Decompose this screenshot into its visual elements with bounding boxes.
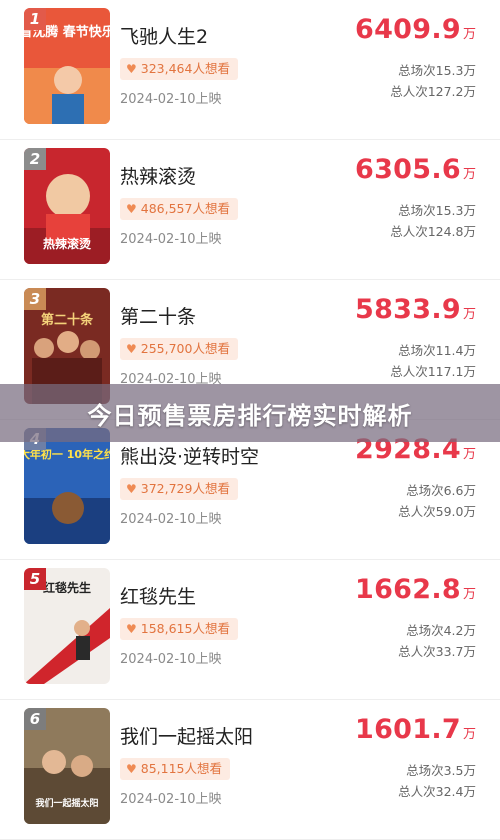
gross-unit: 万 xyxy=(462,727,476,742)
rank-badge: 3 xyxy=(24,288,46,310)
rank-badge: 1 xyxy=(24,8,46,30)
title-banner: 今日预售票房排行榜实时解析 xyxy=(0,384,500,442)
wish-count: 372,729人想看 xyxy=(140,481,230,496)
wish-count-badge: ♥ 486,557人想看 xyxy=(120,198,238,220)
total-viewers: 总人次124.8万 xyxy=(390,224,476,239)
movie-title: 热辣滚烫 xyxy=(120,166,197,188)
wish-count: 486,557人想看 xyxy=(140,201,230,216)
release-date: 2024-02-10上映 xyxy=(120,232,222,247)
heart-icon: ♥ xyxy=(126,482,137,496)
heart-icon: ♥ xyxy=(126,762,137,776)
movie-title: 飞驰人生2 xyxy=(120,26,209,48)
release-date: 2024-02-10上映 xyxy=(120,792,222,807)
wish-count-badge: ♥ 255,700人想看 xyxy=(120,338,238,360)
gross-value: 6305.6 xyxy=(354,154,461,185)
movie-poster[interactable]: 我们一起摇太阳 6 xyxy=(24,708,110,824)
gross-value: 1662.8 xyxy=(354,574,461,605)
wish-count: 323,464人想看 xyxy=(140,61,230,76)
movie-row[interactable]: 红毯先生 5 红毯先生 ♥ 158,615人想看 2024-02-10上映 16… xyxy=(0,560,500,700)
gross-amount: 1662.8 万 xyxy=(355,574,476,605)
total-screenings: 总场次6.6万 xyxy=(406,483,476,498)
wish-count-badge: ♥ 85,115人想看 xyxy=(120,758,231,780)
wish-count: 158,615人想看 xyxy=(140,621,230,636)
gross-amount: 6409.9 万 xyxy=(355,14,476,45)
release-date: 2024-02-10上映 xyxy=(120,92,222,107)
gross-value: 1601.7 xyxy=(354,714,461,745)
gross-unit: 万 xyxy=(462,27,476,42)
movie-row[interactable]: 热辣滚烫 2 热辣滚烫 ♥ 486,557人想看 2024-02-10上映 63… xyxy=(0,140,500,280)
gross-amount: 5833.9 万 xyxy=(355,294,476,325)
wish-count: 85,115人想看 xyxy=(140,761,223,776)
movie-poster[interactable]: 热辣滚烫 2 xyxy=(24,148,110,264)
movie-row[interactable]: 我们一起摇太阳 6 我们一起摇太阳 ♥ 85,115人想看 2024-02-10… xyxy=(0,700,500,840)
total-viewers: 总人次59.0万 xyxy=(398,504,476,519)
total-screenings: 总场次15.3万 xyxy=(398,203,476,218)
total-screenings: 总场次4.2万 xyxy=(406,623,476,638)
rank-badge: 5 xyxy=(24,568,46,590)
total-viewers: 总人次117.1万 xyxy=(390,364,476,379)
gross-unit: 万 xyxy=(462,307,476,322)
total-screenings: 总场次15.3万 xyxy=(398,63,476,78)
gross-amount: 1601.7 万 xyxy=(355,714,476,745)
total-viewers: 总人次127.2万 xyxy=(390,84,476,99)
total-screenings: 总场次11.4万 xyxy=(398,343,476,358)
movie-row[interactable]: 看沈腾 春节快乐 1 飞驰人生2 ♥ 323,464人想看 2024-02-10… xyxy=(0,0,500,140)
gross-unit: 万 xyxy=(462,587,476,602)
gross-unit: 万 xyxy=(462,167,476,182)
release-date: 2024-02-10上映 xyxy=(120,652,222,667)
rank-badge: 6 xyxy=(24,708,46,730)
banner-title: 今日预售票房排行榜实时解析 xyxy=(87,401,413,430)
heart-icon: ♥ xyxy=(126,62,137,76)
poster-text: 热辣滚烫 xyxy=(43,236,92,251)
gross-amount: 6305.6 万 xyxy=(355,154,476,185)
wish-count-badge: ♥ 158,615人想看 xyxy=(120,618,238,640)
movie-title: 第二十条 xyxy=(120,306,197,328)
movie-title: 我们一起摇太阳 xyxy=(120,726,254,748)
poster-text: 第二十条 xyxy=(41,312,94,328)
movie-poster[interactable]: 大年初一 10年之约 4 xyxy=(24,428,110,544)
heart-icon: ♥ xyxy=(126,342,137,356)
movie-title: 熊出没·逆转时空 xyxy=(120,446,260,468)
total-viewers: 总人次33.7万 xyxy=(398,644,476,659)
heart-icon: ♥ xyxy=(126,202,137,216)
wish-count: 255,700人想看 xyxy=(140,341,230,356)
release-date: 2024-02-10上映 xyxy=(120,512,222,527)
gross-value: 5833.9 xyxy=(354,294,461,325)
wish-count-badge: ♥ 323,464人想看 xyxy=(120,58,238,80)
heart-icon: ♥ xyxy=(126,622,137,636)
poster-text: 红毯先生 xyxy=(43,580,91,595)
movie-poster[interactable]: 红毯先生 5 xyxy=(24,568,110,684)
total-screenings: 总场次3.5万 xyxy=(406,763,476,778)
movie-title: 红毯先生 xyxy=(120,586,197,608)
movie-poster[interactable]: 看沈腾 春节快乐 1 xyxy=(24,8,110,124)
total-viewers: 总人次32.4万 xyxy=(398,784,476,799)
poster-text: 我们一起摇太阳 xyxy=(35,797,98,809)
gross-value: 6409.9 xyxy=(354,14,461,45)
rank-badge: 2 xyxy=(24,148,46,170)
wish-count-badge: ♥ 372,729人想看 xyxy=(120,478,238,500)
gross-unit: 万 xyxy=(462,447,476,462)
